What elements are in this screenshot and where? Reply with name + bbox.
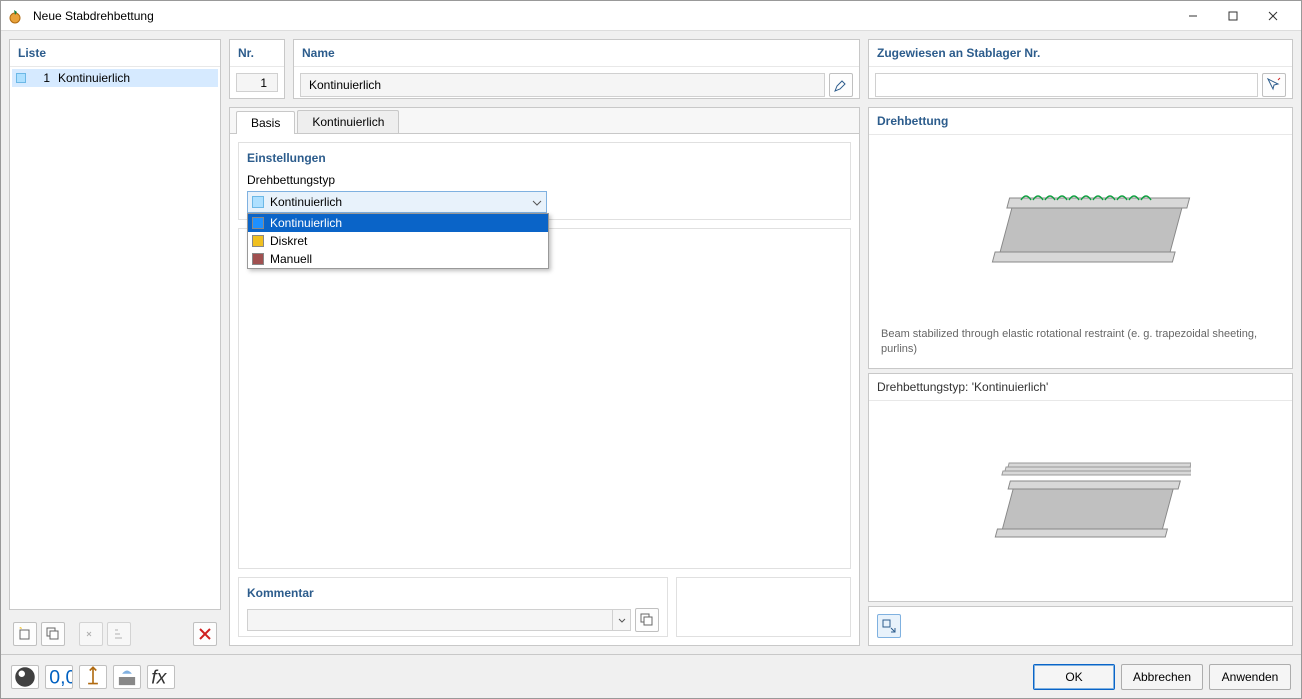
maximize-button[interactable] [1213,2,1253,30]
name-input[interactable]: Kontinuierlich [300,73,825,97]
option-label: Manuell [270,252,312,266]
nr-panel: Nr. 1 [229,39,285,99]
list-header: Liste [10,40,220,67]
assigned-panel: Zugewiesen an Stablager Nr. [868,39,1293,99]
comment-dropdown-button[interactable] [612,610,630,630]
tool-button-2[interactable] [113,665,141,689]
close-button[interactable] [1253,2,1293,30]
empty-panel [676,577,851,637]
dropdown-option[interactable]: Kontinuierlich [248,214,548,232]
cancel-button[interactable]: Abbrechen [1121,664,1203,690]
preview-panel-2: Drehbettungstyp: 'Kontinuierlich' [868,373,1293,602]
svg-text:0,00: 0,00 [49,666,72,688]
preview-header-2: Drehbettungstyp: 'Kontinuierlich' [869,374,1292,401]
ok-button[interactable]: OK [1033,664,1115,690]
bottom-toolbar: 0,00 fx OK Abbrechen Anwenden [1,654,1301,698]
preview-image-2 [869,401,1292,601]
preview-image-1 [869,135,1292,323]
settings-header: Einstellungen [247,151,842,165]
comment-library-button[interactable] [635,608,659,632]
edit-item-button[interactable] [79,622,103,646]
preview-header-1: Drehbettung [869,108,1292,135]
name-panel: Name Kontinuierlich [293,39,860,99]
sort-button[interactable] [107,622,131,646]
name-header: Name [294,40,859,67]
comment-header: Kommentar [247,586,659,600]
dropdown-option[interactable]: Manuell [248,250,548,268]
nr-value[interactable]: 1 [236,73,278,92]
type-combobox[interactable]: Kontinuierlich Kontinuierlich Diskret [247,191,547,213]
window-title: Neue Stabdrehbettung [33,9,1173,23]
option-color-swatch [252,235,264,247]
tool-button-1[interactable] [79,665,107,689]
tab-kontinuierlich[interactable]: Kontinuierlich [297,110,399,133]
assigned-header: Zugewiesen an Stablager Nr. [869,40,1292,67]
list-body: 1 Kontinuierlich [10,67,220,609]
pick-assigned-button[interactable] [1262,73,1286,97]
main-panel: Basis Kontinuierlich Einstellungen Drehb… [229,107,860,646]
option-label: Diskret [270,234,307,248]
copy-item-button[interactable] [41,622,65,646]
assigned-input[interactable] [875,73,1258,97]
option-color-swatch [252,217,264,229]
type-label: Drehbettungstyp [247,173,842,187]
titlebar: Neue Stabdrehbettung [1,1,1301,31]
nr-header: Nr. [230,40,284,67]
comment-panel: Kommentar [238,577,668,637]
preview-action-button[interactable] [877,614,901,638]
minimize-button[interactable] [1173,2,1213,30]
preview-toolbar [868,606,1293,646]
list-item-number: 1 [34,71,50,85]
list-panel: Liste 1 Kontinuierlich [9,39,221,610]
empty-area [238,228,851,569]
option-label: Kontinuierlich [270,216,342,230]
apply-button[interactable]: Anwenden [1209,664,1291,690]
preview-description-1: Beam stabilized through elastic rotation… [869,323,1292,369]
edit-name-button[interactable] [829,73,853,97]
tab-basis[interactable]: Basis [236,111,295,134]
svg-text:fx: fx [151,666,167,688]
chevron-down-icon [532,195,542,209]
dropdown-option[interactable]: Diskret [248,232,548,250]
list-item-color [16,73,26,83]
delete-item-button[interactable] [193,622,217,646]
new-item-button[interactable] [13,622,37,646]
tabs: Basis Kontinuierlich [230,108,859,134]
units-button[interactable]: 0,00 [45,665,73,689]
list-item[interactable]: 1 Kontinuierlich [12,69,218,87]
list-item-label: Kontinuierlich [58,71,130,85]
preview-panel-1: Drehbettung Be [868,107,1293,369]
type-selected: Kontinuierlich [270,195,342,209]
app-icon [9,8,25,24]
tool-button-3[interactable]: fx [147,665,175,689]
type-dropdown: Kontinuierlich Diskret Manuell [247,213,549,269]
type-color-swatch [252,196,264,208]
settings-panel: Einstellungen Drehbettungstyp Kontinuier… [238,142,851,220]
list-toolbar [9,618,221,646]
option-color-swatch [252,253,264,265]
help-button[interactable] [11,665,39,689]
comment-input[interactable] [248,610,612,630]
